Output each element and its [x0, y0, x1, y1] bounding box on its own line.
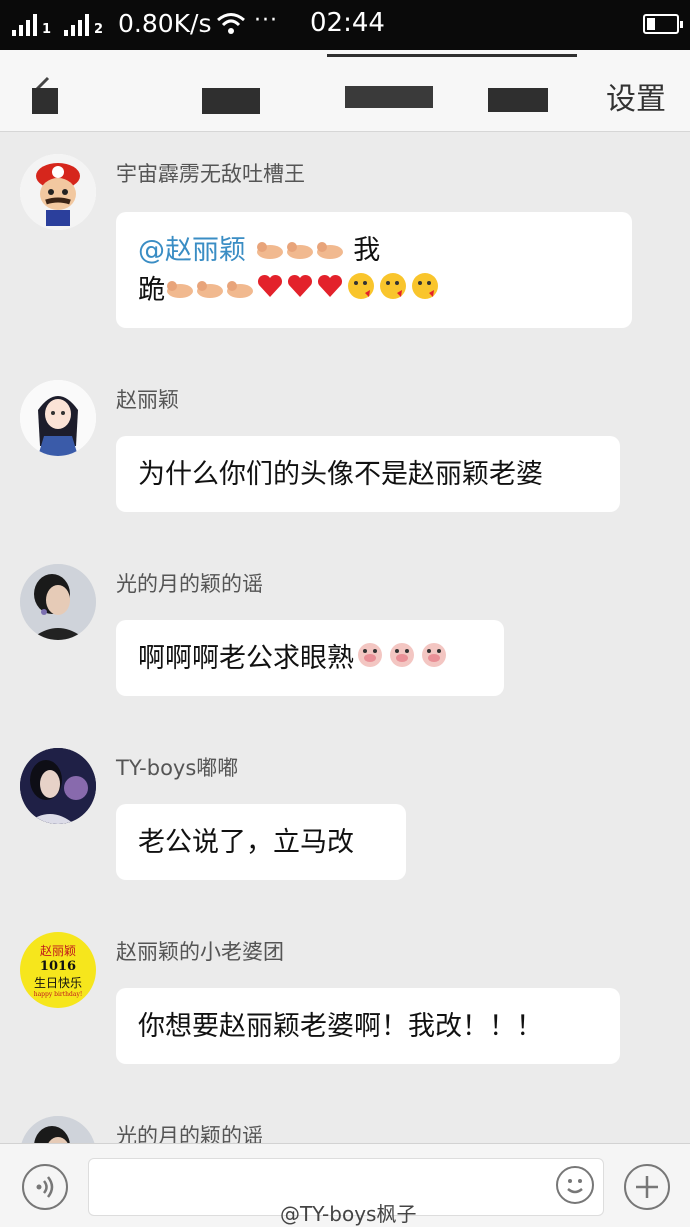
network-speed: 0.80K/s [118, 9, 212, 38]
woman-night-avatar-icon [20, 748, 96, 824]
avatar-text: 生日快乐 [33, 976, 82, 990]
watermark: @TY-boys枫子 [280, 1202, 417, 1226]
avatar-text: 赵丽颖 [39, 944, 76, 958]
redaction-block [32, 88, 58, 114]
plus-icon [636, 1176, 658, 1198]
kneel-emoji-icon [286, 233, 314, 271]
kneel-emoji-icon [166, 272, 194, 310]
message-text: 跪 [138, 274, 165, 306]
sender-name: 赵丽颖 [116, 388, 179, 412]
woman-portrait-avatar-icon [20, 564, 96, 640]
redaction-block [202, 88, 260, 114]
kiss-emoji-icon [346, 271, 376, 312]
message-text: 你想要赵丽颖老婆啊！我改！！！ [138, 1011, 543, 1042]
message-text: 啊啊啊老公求眼熟 [138, 643, 354, 674]
settings-button[interactable]: 设置 [606, 74, 666, 118]
smile-icon [567, 1179, 583, 1194]
sender-name: TY-boys嘟嘟 [116, 756, 239, 780]
kiss-emoji-icon [378, 271, 408, 312]
redaction-block [488, 88, 548, 112]
mention-link[interactable]: @赵丽颖 [138, 235, 246, 266]
avatar[interactable] [20, 154, 96, 230]
avatar[interactable]: 赵丽颖 1016 生日快乐 happy birthday! [20, 932, 96, 1008]
heart-icon [316, 272, 344, 310]
message-bubble[interactable]: 老公说了，立马改 [116, 804, 406, 880]
anime-girl-avatar-icon [20, 380, 96, 456]
pig-emoji-icon [419, 640, 449, 679]
battery-icon [643, 14, 683, 34]
avatar-text: 1016 [39, 959, 77, 974]
sim1-label: 1 [42, 22, 52, 37]
kneel-emoji-icon [316, 233, 344, 271]
add-button[interactable] [624, 1164, 670, 1210]
sender-name: 赵丽颖的小老婆团 [116, 940, 284, 964]
heart-icon [256, 272, 284, 310]
emoji-button[interactable] [556, 1166, 594, 1204]
wifi-icon [217, 13, 245, 34]
avatar[interactable] [20, 380, 96, 456]
redaction-block [327, 54, 577, 57]
message-text: 我 [353, 235, 381, 266]
clock: 02:44 [310, 8, 385, 38]
message-bubble[interactable]: @赵丽颖 我 跪 [116, 212, 632, 328]
signal-icon-2: 2 [64, 12, 103, 36]
voice-button[interactable] [22, 1164, 68, 1210]
message-text: 为什么你们的头像不是赵丽颖老婆 [138, 459, 543, 490]
avatar[interactable] [20, 748, 96, 824]
status-bar: 1 2 0.80K/s ··· 02:44 [0, 0, 690, 50]
signal-icon: 1 [12, 12, 51, 36]
avatar[interactable] [20, 564, 96, 640]
sender-name: 宇宙霹雳无敌吐槽王 [116, 162, 305, 186]
sim2-label: 2 [94, 22, 104, 37]
chat-header: 设置 [0, 50, 690, 132]
kneel-emoji-icon [226, 272, 254, 310]
message-bubble[interactable]: 啊啊啊老公求眼熟 [116, 620, 504, 696]
voice-icon [36, 1176, 54, 1198]
sender-name: 光的月的颖的谣 [116, 572, 263, 596]
mario-avatar-icon [20, 154, 96, 230]
pig-emoji-icon [355, 640, 385, 679]
kiss-emoji-icon [410, 271, 440, 312]
more-dots: ··· [254, 8, 278, 33]
message-bubble[interactable]: 为什么你们的头像不是赵丽颖老婆 [116, 436, 620, 512]
pig-emoji-icon [387, 640, 417, 679]
avatar-text: happy birthday! [33, 991, 83, 998]
message-text: 老公说了，立马改 [138, 827, 354, 858]
kneel-emoji-icon [196, 272, 224, 310]
redaction-block [345, 86, 433, 108]
kneel-emoji-icon [256, 233, 284, 271]
heart-icon [286, 272, 314, 310]
message-bubble[interactable]: 你想要赵丽颖老婆啊！我改！！！ [116, 988, 620, 1064]
